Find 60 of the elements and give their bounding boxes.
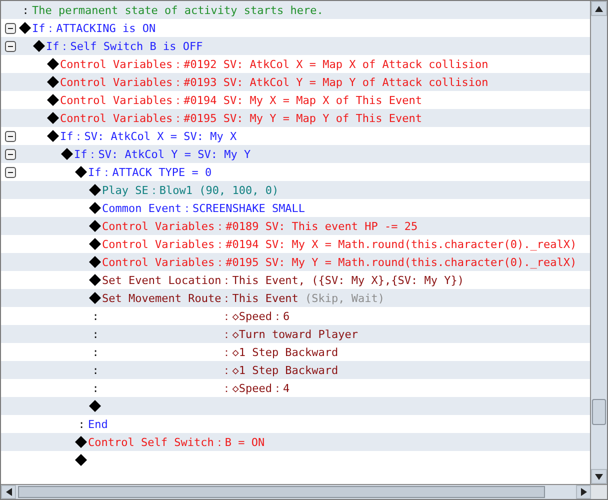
collapse-toggle[interactable]	[4, 130, 16, 142]
collapse-toggle[interactable]	[4, 166, 16, 178]
route-step-text[interactable]: ：◇Speed：6	[221, 308, 290, 324]
diamond-icon	[47, 76, 59, 88]
diamond-icon	[75, 454, 87, 466]
diamond-icon	[75, 166, 87, 178]
diamond-icon	[89, 202, 101, 214]
vertical-scrollbar[interactable]	[590, 1, 607, 484]
line-marker: :	[91, 364, 100, 376]
diamond-icon	[61, 148, 73, 160]
route-step-text[interactable]: ：◇1 Step Backward	[221, 362, 338, 378]
collapse-toggle[interactable]	[4, 148, 16, 160]
diamond-icon	[89, 184, 101, 196]
scroll-left-button[interactable]	[1, 485, 16, 499]
caret-down-icon	[595, 474, 603, 480]
route-step-text[interactable]: ：◇Turn toward Player	[221, 326, 358, 342]
command-text[interactable]: Set Event Location：This Event, ({SV: My X},{SV: My Y})	[102, 272, 464, 288]
command-text[interactable]: Control Variables：#0192 SV: AtkCol X = Map X of Attack collision	[60, 56, 488, 72]
diamond-icon	[19, 22, 31, 34]
line-marker: :	[91, 328, 100, 340]
command-text[interactable]: Set Movement Route：This Event	[102, 290, 298, 306]
command-note: (Skip, Wait)	[305, 292, 385, 304]
diamond-icon	[89, 256, 101, 268]
caret-left-icon	[6, 488, 12, 496]
scroll-down-button[interactable]	[591, 469, 607, 484]
scrollbar-thumb[interactable]	[592, 399, 606, 425]
diamond-icon	[47, 94, 59, 106]
diamond-icon	[33, 40, 45, 52]
diamond-icon	[89, 292, 101, 304]
scrollbar-thumb[interactable]	[18, 486, 545, 498]
line-marker: :	[91, 382, 100, 394]
scrollbar-corner	[591, 485, 607, 499]
command-text[interactable]: End	[88, 418, 108, 430]
collapse-toggle[interactable]	[4, 22, 16, 34]
caret-right-icon	[580, 488, 586, 496]
diamond-icon	[89, 238, 101, 250]
diamond-icon	[89, 400, 101, 412]
diamond-icon	[89, 274, 101, 286]
diamond-icon	[89, 220, 101, 232]
command-text[interactable]: Common Event：SCREENSHAKE SMALL	[102, 200, 306, 216]
diamond-icon	[47, 58, 59, 70]
diamond-icon	[75, 436, 87, 448]
command-text[interactable]: If：ATTACK TYPE = 0	[88, 164, 212, 180]
line-marker: :	[21, 4, 30, 16]
line-marker: :	[91, 310, 100, 322]
route-step-text[interactable]: ：◇Speed：4	[221, 380, 290, 396]
collapse-toggle[interactable]	[4, 40, 16, 52]
command-text[interactable]: If：SV: AtkCol X = SV: My X	[60, 128, 237, 144]
line-marker: :	[77, 418, 86, 430]
command-text[interactable]: If：ATTACKING is ON	[32, 20, 156, 36]
command-text[interactable]: Control Variables：#0194 SV: My X = Math.round(this.character(0)._realX)	[102, 236, 577, 252]
caret-up-icon	[595, 6, 603, 12]
scroll-right-button[interactable]	[576, 485, 591, 499]
command-text[interactable]: Control Variables：#0194 SV: My X = Map X of This Event	[60, 92, 422, 108]
route-step-text[interactable]: ：◇1 Step Backward	[221, 344, 338, 360]
diamond-icon	[47, 130, 59, 142]
diamond-icon	[47, 112, 59, 124]
horizontal-scrollbar[interactable]	[1, 484, 607, 499]
scroll-up-button[interactable]	[591, 1, 607, 16]
line-marker: :	[91, 346, 100, 358]
